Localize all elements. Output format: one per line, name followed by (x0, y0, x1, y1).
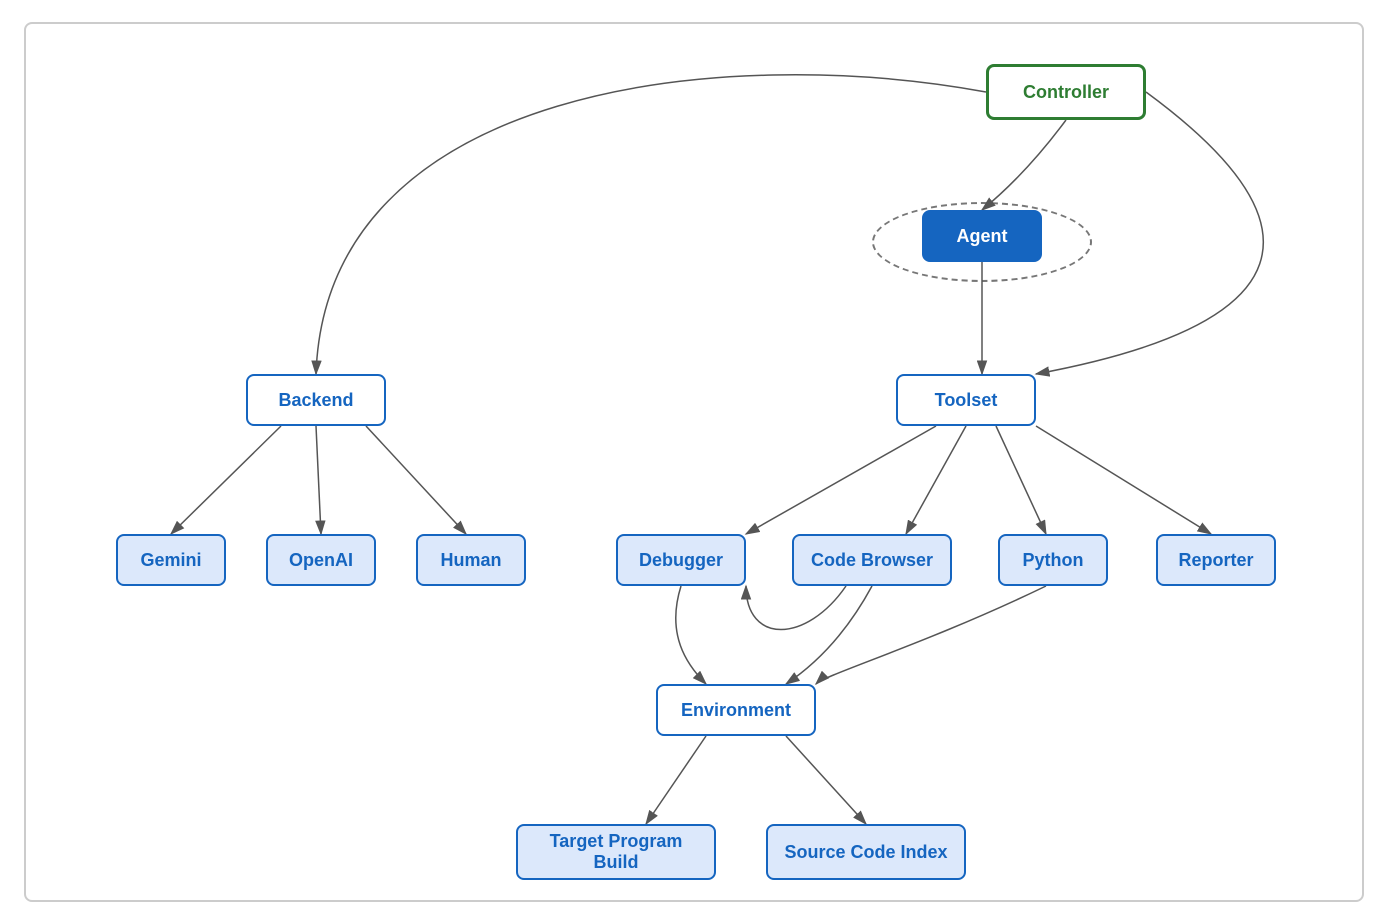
python-node: Python (998, 534, 1108, 586)
reporter-label: Reporter (1178, 550, 1253, 571)
sourcecode-node: Source Code Index (766, 824, 966, 880)
openai-label: OpenAI (289, 550, 353, 571)
openai-node: OpenAI (266, 534, 376, 586)
python-label: Python (1023, 550, 1084, 571)
arrows-svg (26, 24, 1366, 904)
controller-node: Controller (986, 64, 1146, 120)
targetbuild-label: Target Program Build (532, 831, 700, 873)
gemini-label: Gemini (140, 550, 201, 571)
backend-label: Backend (278, 390, 353, 411)
environment-node: Environment (656, 684, 816, 736)
agent-label: Agent (957, 226, 1008, 247)
debugger-node: Debugger (616, 534, 746, 586)
gemini-node: Gemini (116, 534, 226, 586)
human-node: Human (416, 534, 526, 586)
toolset-node: Toolset (896, 374, 1036, 426)
backend-node: Backend (246, 374, 386, 426)
toolset-label: Toolset (935, 390, 998, 411)
reporter-node: Reporter (1156, 534, 1276, 586)
debugger-label: Debugger (639, 550, 723, 571)
environment-label: Environment (681, 700, 791, 721)
human-label: Human (440, 550, 501, 571)
targetbuild-node: Target Program Build (516, 824, 716, 880)
codebrowser-label: Code Browser (811, 550, 933, 571)
agent-node: Agent (922, 210, 1042, 262)
controller-label: Controller (1023, 82, 1109, 103)
codebrowser-node: Code Browser (792, 534, 952, 586)
diagram-container: Controller Agent Backend Toolset Gemini … (24, 22, 1364, 902)
sourcecode-label: Source Code Index (784, 842, 947, 863)
